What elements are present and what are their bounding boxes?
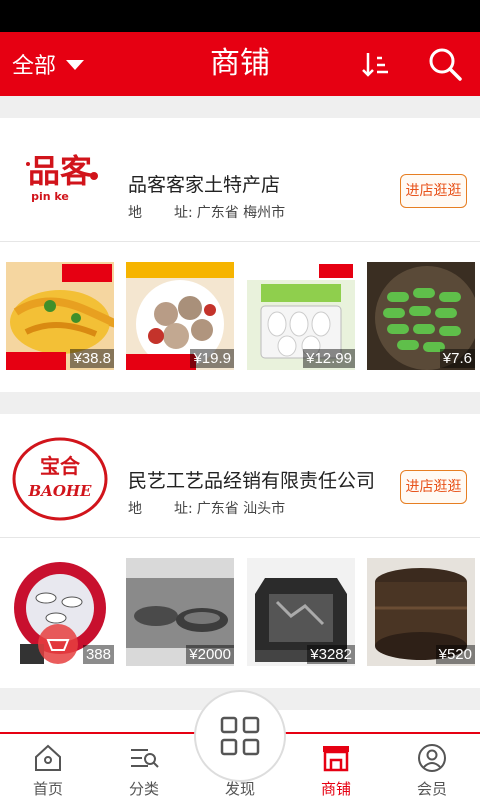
logo-subtext: BAOHE: [28, 482, 93, 500]
product-thumbnail[interactable]: ¥38.8: [6, 262, 114, 370]
address-label-1: 地: [128, 205, 142, 221]
tab-label: 分类: [128, 780, 159, 798]
logo-text: 品客: [28, 152, 92, 190]
product-thumbnail[interactable]: ¥520: [367, 558, 475, 666]
tab-home[interactable]: 首页: [0, 734, 96, 800]
baohe-shop-logo: 宝合 BAOHE: [12, 437, 108, 521]
product-price: ¥19.9: [190, 349, 234, 368]
product-thumbnail[interactable]: ¥7.6: [367, 262, 475, 370]
product-thumbnail[interactable]: ¥2000: [126, 558, 234, 666]
top-navbar: 全部 商铺: [0, 32, 480, 96]
member-icon: [418, 744, 446, 772]
product-price: ¥38.8: [70, 349, 114, 368]
tab-member[interactable]: 会员: [384, 734, 480, 800]
tab-category[interactable]: 分类: [96, 734, 192, 800]
home-icon: [35, 744, 61, 771]
shop-icon: [323, 746, 349, 772]
shop-card[interactable]: 品客 pin ke 品客客家土特产店 地 址: 广东省 梅州市 进店逛逛 ¥38.…: [0, 118, 480, 392]
product-row: 388 ¥2000 ¥3282 ¥520: [0, 538, 480, 688]
dropdown-triangle-icon: [66, 60, 85, 70]
tab-shop[interactable]: 商铺: [288, 734, 384, 800]
tab-label: 商铺: [320, 780, 351, 798]
product-row: ¥38.8 ¥19.9 ¥12.99 ¥7.6: [0, 242, 480, 392]
address-value: 广东省 汕头市: [196, 501, 286, 517]
shop-header: 品客 pin ke 品客客家土特产店 地 址: 广东省 梅州市 进店逛逛: [0, 118, 480, 242]
pinke-shop-logo: 品客 pin ke: [26, 152, 98, 203]
tab-label: 会员: [416, 780, 447, 798]
product-price: ¥12.99: [303, 349, 355, 368]
logo-subtext: pin ke: [31, 190, 69, 203]
tab-label: 发现: [224, 780, 255, 798]
product-price: ¥3282: [307, 645, 355, 664]
product-thumbnail[interactable]: ¥3282: [247, 558, 355, 666]
product-price: 388: [82, 645, 114, 664]
tab-discover[interactable]: 发现: [192, 716, 288, 800]
filter-label: 全部: [12, 54, 57, 79]
sort-icon[interactable]: [360, 50, 390, 80]
shop-name[interactable]: 民艺工艺品经销有限责任公司: [128, 466, 375, 493]
bottom-tab-bar: 首页 分类 发现 商铺 会员: [0, 690, 480, 800]
shop-address: 地 址: 广东省 汕头市: [128, 498, 285, 518]
product-price: ¥520: [435, 645, 475, 664]
product-thumbnail[interactable]: 388: [6, 558, 114, 666]
logo-text: 宝合: [40, 454, 81, 478]
address-label-2: 址:: [174, 205, 193, 221]
shop-card[interactable]: 宝合 BAOHE 民艺工艺品经销有限责任公司 地 址:广东省 汕头市 进店逛逛: [0, 414, 480, 688]
shop-address: 地 址: 广东省 梅州市: [128, 202, 285, 222]
address-label-2: 址:: [174, 501, 193, 517]
address-value: 广东省 梅州市: [196, 205, 286, 221]
product-thumbnail[interactable]: ¥19.9: [126, 262, 234, 370]
visit-shop-button[interactable]: 进店逛逛: [400, 470, 467, 504]
shop-header: 宝合 BAOHE 民艺工艺品经销有限责任公司 地 址: 广东省 汕头市 进店逛逛: [0, 414, 480, 538]
shop-list: 品客 pin ke 品客客家土特产店 地址: 广东省 梅州市 进店逛逛 ¥38.…: [0, 96, 480, 732]
category-icon: [131, 749, 159, 768]
shop-name[interactable]: 品客客家土特产店: [128, 170, 280, 197]
search-icon[interactable]: [426, 45, 464, 83]
visit-shop-button[interactable]: 进店逛逛: [400, 174, 467, 208]
address-label-1: 地: [128, 501, 142, 517]
product-thumbnail[interactable]: ¥12.99: [247, 262, 355, 370]
tab-label: 首页: [32, 780, 63, 798]
status-bar: [0, 0, 480, 32]
product-price: ¥2000: [186, 645, 234, 664]
product-price: ¥7.6: [439, 349, 475, 368]
category-filter-dropdown[interactable]: 全部: [12, 32, 85, 96]
discover-grid-icon: [220, 716, 260, 756]
